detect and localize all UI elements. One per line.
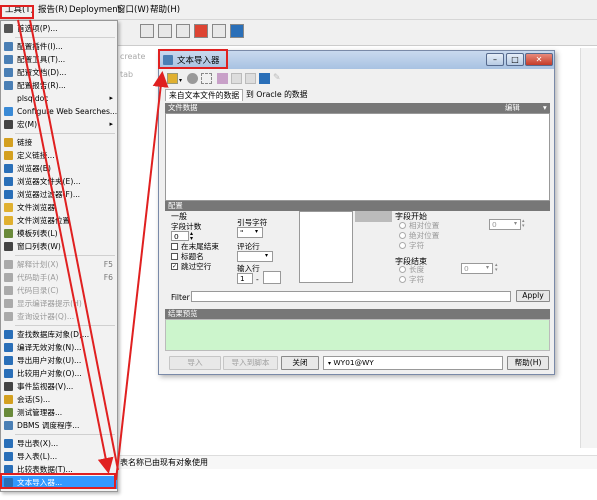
arrow-to-dialog (115, 71, 169, 481)
arrow-line (29, 19, 119, 471)
annotation-arrows (17, 19, 169, 481)
arrow-to-item (17, 19, 114, 474)
